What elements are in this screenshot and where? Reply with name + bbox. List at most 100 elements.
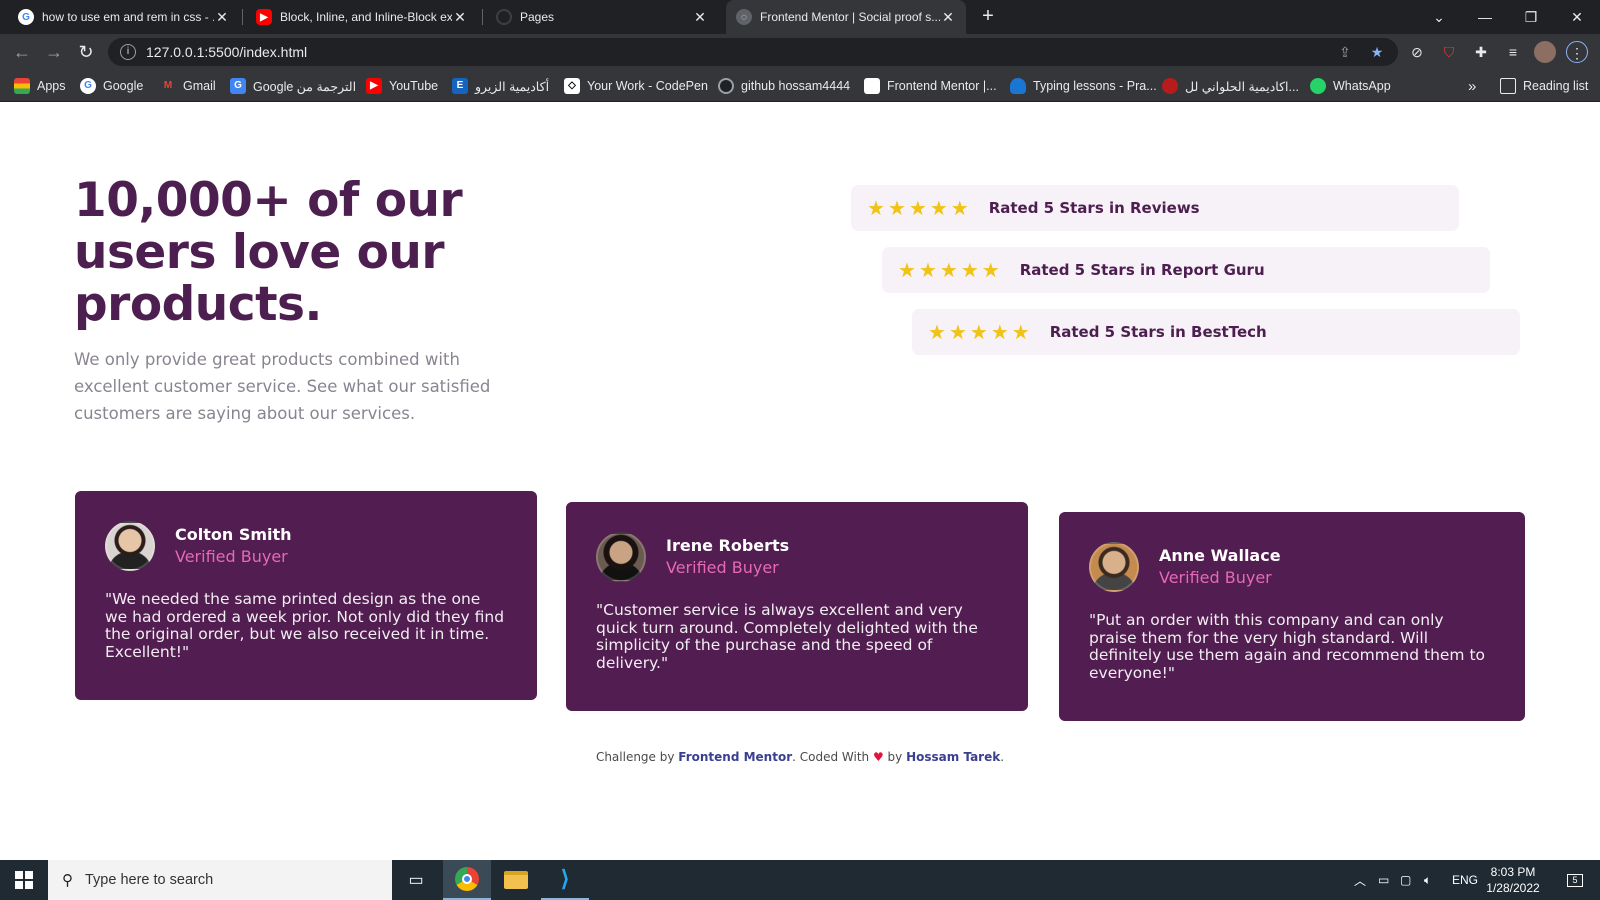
helwany-icon: [1162, 78, 1178, 94]
star-icon: ★: [1011, 320, 1030, 344]
bookmark-frontend-mentor[interactable]: Frontend Mentor |...: [864, 70, 997, 102]
elzero-icon: E: [452, 78, 468, 94]
bookmark-whatsapp[interactable]: WhatsApp: [1310, 70, 1391, 102]
reading-list-button[interactable]: Reading list: [1500, 70, 1588, 102]
testimonial-header: Anne Wallace Verified Buyer: [1089, 542, 1495, 592]
search-icon: ⚲: [62, 872, 73, 889]
tab-em-rem[interactable]: G how to use em and rem in css - ... ✕: [8, 0, 240, 34]
bookmark-gmail[interactable]: M Gmail: [160, 70, 216, 102]
tab-pages[interactable]: Pages ✕: [486, 0, 718, 34]
taskbar-search-box[interactable]: ⚲ Type here to search: [48, 860, 392, 900]
testimonial-card: Colton Smith Verified Buyer "We needed t…: [75, 491, 537, 700]
heart-icon: ♥: [872, 750, 884, 764]
verified-badge: Verified Buyer: [175, 547, 288, 566]
profile-avatar[interactable]: [1534, 41, 1556, 63]
search-placeholder: Type here to search: [85, 872, 214, 888]
extensions-puzzle-icon[interactable]: ✚: [1470, 41, 1492, 63]
bookmark-youtube[interactable]: ▶ YouTube: [366, 70, 438, 102]
author-link[interactable]: Hossam Tarek: [906, 750, 1000, 764]
typing-icon: [1010, 78, 1026, 94]
reading-queue-icon[interactable]: ≡: [1502, 41, 1524, 63]
share-icon[interactable]: ⇪: [1336, 43, 1354, 61]
reload-icon[interactable]: ↻: [74, 40, 98, 64]
bookmark-github[interactable]: github hossam4444: [718, 70, 850, 102]
url-text: 127.0.0.1:5500/index.html: [146, 44, 308, 60]
back-icon[interactable]: ←: [10, 40, 34, 64]
bookmark-codepen[interactable]: ◇ Your Work - CodePen: [564, 70, 708, 102]
verified-badge: Verified Buyer: [666, 558, 779, 577]
vscode-icon[interactable]: ⟩: [541, 860, 589, 900]
bookmark-google-translate[interactable]: G Google الترجمة من: [230, 70, 356, 102]
rating-label: Rated 5 Stars in Report Guru: [1019, 261, 1265, 279]
more-bookmarks-chevron-icon[interactable]: »: [1468, 70, 1476, 102]
rating-label: Rated 5 Stars in BestTech: [1049, 323, 1267, 341]
bookmark-star-icon[interactable]: ★: [1368, 43, 1386, 61]
star-icon: ★: [981, 258, 1000, 282]
extension-shield-icon[interactable]: ⛉: [1438, 41, 1460, 63]
site-info-icon[interactable]: i: [120, 44, 136, 60]
file-explorer-icon[interactable]: [492, 860, 540, 900]
star-icon: ★: [990, 320, 1009, 344]
google-icon: G: [18, 9, 34, 25]
tab-title: Pages: [520, 10, 555, 24]
restore-icon[interactable]: ❐: [1508, 0, 1554, 34]
volume-icon[interactable]: 🔈︎: [1424, 860, 1431, 900]
forward-icon[interactable]: →: [42, 40, 66, 64]
tab-divider: [482, 9, 483, 25]
menu-kebab-icon[interactable]: ⋮: [1566, 41, 1588, 63]
bookmark-label: اكاديمية الحلواني لل...: [1185, 79, 1299, 94]
battery-icon[interactable]: ▭: [1378, 860, 1389, 900]
clock-time: 8:03 PM: [1490, 865, 1536, 879]
translate-icon: G: [230, 78, 246, 94]
bookmark-label: أكاديمية الزيرو: [475, 79, 550, 94]
star-icon: ★: [867, 196, 885, 220]
notification-center-icon[interactable]: 5: [1560, 860, 1590, 900]
reading-list-label: Reading list: [1523, 79, 1589, 93]
gmail-icon: M: [163, 80, 173, 91]
close-icon[interactable]: ✕: [452, 9, 468, 26]
bookmark-label: Typing lessons - Pra...: [1033, 79, 1157, 93]
github-icon: [496, 9, 512, 25]
minimize-icon[interactable]: —: [1462, 0, 1508, 34]
testimonial-card: Irene Roberts Verified Buyer "Customer s…: [566, 502, 1028, 711]
close-icon[interactable]: ✕: [692, 9, 708, 26]
bookmark-label: Frontend Mentor |...: [887, 79, 997, 93]
tab-title: Block, Inline, and Inline-Block exp: [280, 10, 452, 24]
footer-text: .: [1000, 750, 1005, 764]
hero-description: We only provide great products combined …: [74, 350, 491, 423]
network-icon[interactable]: ▢: [1400, 860, 1411, 900]
close-icon[interactable]: ✕: [214, 9, 230, 26]
youtube-icon: ▶: [366, 78, 382, 94]
star-icon: ★: [950, 196, 969, 220]
tab-search-chevron-icon[interactable]: ⌄: [1416, 0, 1462, 34]
address-bar[interactable]: i 127.0.0.1:5500/index.html: [108, 38, 1398, 66]
extension-block-icon[interactable]: ⊘: [1406, 41, 1428, 63]
close-icon[interactable]: ✕: [940, 9, 956, 26]
hero-title: 10,000+ of our users love our products.: [74, 173, 463, 332]
tab-title: Frontend Mentor | Social proof s...: [760, 10, 940, 24]
bookmark-alzero[interactable]: E أكاديمية الزيرو: [452, 70, 549, 102]
bookmark-label: WhatsApp: [1333, 79, 1391, 93]
frontend-mentor-link[interactable]: Frontend Mentor: [678, 750, 792, 764]
tab-block-inline[interactable]: ▶ Block, Inline, and Inline-Block exp ✕: [246, 0, 478, 34]
bookmark-typing[interactable]: Typing lessons - Pra...: [1010, 70, 1157, 102]
testimonial-quote: "Put an order with this company and can …: [1089, 611, 1486, 682]
bookmark-label: Apps: [37, 79, 66, 93]
bookmark-google[interactable]: G Google: [80, 70, 143, 102]
window-close-icon[interactable]: ✕: [1554, 0, 1600, 34]
browser-tab-strip: G how to use em and rem in css - ... ✕ ▶…: [0, 0, 1600, 34]
start-button[interactable]: [0, 860, 48, 900]
taskbar-clock[interactable]: 8:03 PM 1/28/2022: [1478, 864, 1548, 896]
language-indicator[interactable]: ENG: [1452, 860, 1478, 900]
bookmark-apps[interactable]: Apps: [14, 70, 66, 102]
tab-frontend-mentor[interactable]: ◌ Frontend Mentor | Social proof s... ✕: [726, 0, 966, 34]
new-tab-button[interactable]: +: [976, 5, 1000, 29]
rating-report-guru: ★ ★ ★ ★ ★ Rated 5 Stars in Report Guru: [882, 247, 1490, 293]
show-hidden-icons-chevron-icon[interactable]: ︿: [1354, 860, 1366, 900]
windows-logo-icon: [15, 871, 33, 889]
chrome-taskbar-icon[interactable]: [443, 860, 491, 900]
star-icon: ★: [928, 320, 946, 344]
bookmarks-bar: Apps G Google M Gmail G Google الترجمة م…: [0, 70, 1600, 102]
bookmark-helwany[interactable]: اكاديمية الحلواني لل...: [1162, 70, 1299, 102]
task-view-icon[interactable]: ▭: [392, 860, 440, 900]
